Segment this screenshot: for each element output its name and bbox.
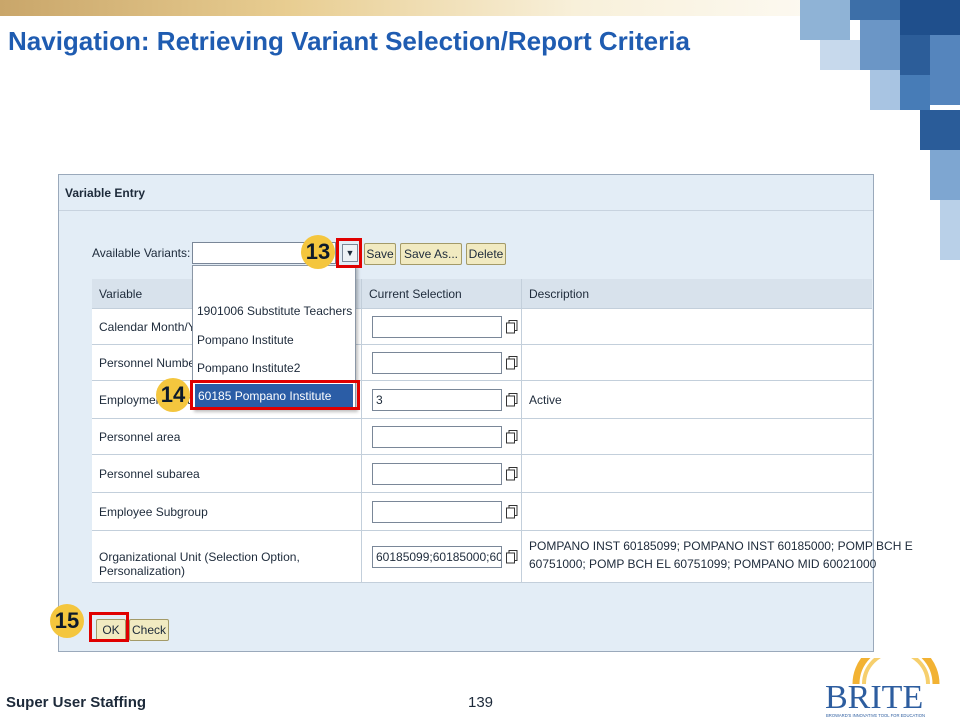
- brite-logo-subtext: BROWARD'S INNOVATIVE TOOL FOR EDUCATION: [826, 713, 925, 718]
- variable-label: Personnel subarea: [99, 467, 200, 481]
- highlight-box-dropdown-button: [336, 238, 362, 268]
- multiple-selection-icon[interactable]: [506, 320, 518, 334]
- multiple-selection-icon[interactable]: [506, 505, 518, 519]
- variable-label: Calendar Month/Ye: [99, 320, 202, 334]
- table-row: Organizational Unit (Selection Option, P…: [92, 531, 913, 583]
- multiple-selection-icon[interactable]: [506, 550, 518, 564]
- dropdown-item[interactable]: Pompano Institute: [197, 333, 294, 347]
- step-callout-13: 13: [301, 235, 335, 269]
- panel-header: Variable Entry: [59, 175, 873, 211]
- variable-label: Personnel Number: [99, 356, 200, 370]
- variable-label: Employee Subgroup: [99, 505, 208, 519]
- multiple-selection-icon[interactable]: [506, 467, 518, 481]
- selection-input[interactable]: [372, 426, 502, 448]
- delete-button[interactable]: Delete: [466, 243, 506, 265]
- selection-input[interactable]: [372, 352, 502, 374]
- header-description: Description: [529, 287, 590, 301]
- table-row: Personnel subarea: [92, 455, 872, 493]
- check-button[interactable]: Check: [129, 619, 169, 641]
- save-as-button[interactable]: Save As...: [400, 243, 462, 265]
- multiple-selection-icon[interactable]: [506, 430, 518, 444]
- selection-input[interactable]: [372, 501, 502, 523]
- panel-title: Variable Entry: [65, 186, 146, 200]
- brite-logo-text: BRITE: [825, 679, 923, 716]
- multiple-selection-icon[interactable]: [506, 356, 518, 370]
- description-text: Active: [529, 393, 562, 407]
- available-variants-label: Available Variants:: [92, 246, 191, 260]
- step-callout-15: 15: [50, 604, 84, 638]
- header-variable: Variable: [99, 287, 143, 301]
- variable-entry-panel: Variable Entry Available Variants: ▼ Sav…: [58, 174, 913, 652]
- variable-label: Organizational Unit (Selection Option, P…: [99, 550, 300, 578]
- description-text-line2: 60751000; POMP BCH EL 60751099; POMPANO …: [529, 557, 877, 571]
- step-callout-14: 14: [156, 378, 190, 412]
- selection-input[interactable]: 3: [372, 389, 502, 411]
- footer-course-name: Super User Staffing: [6, 694, 147, 711]
- table-row: Personnel area: [92, 419, 872, 455]
- table-row: Employee Subgroup: [92, 493, 872, 531]
- highlight-box-ok-button: [89, 612, 129, 642]
- dropdown-item[interactable]: Pompano Institute2: [197, 361, 300, 375]
- selection-input[interactable]: 60185099;60185000;6075: [372, 546, 502, 568]
- footer-page-number: 139: [468, 694, 494, 711]
- highlight-box-selected-variant: [190, 380, 360, 410]
- selection-input[interactable]: [372, 316, 502, 338]
- dropdown-item[interactable]: 1901006 Substitute Teachers: [197, 304, 352, 318]
- slide-title: Navigation: Retrieving Variant Selection…: [8, 26, 690, 56]
- multiple-selection-icon[interactable]: [506, 393, 518, 407]
- variable-label: Personnel area: [99, 430, 181, 444]
- selection-input[interactable]: [372, 463, 502, 485]
- brite-logo: BRITE BROWARD'S INNOVATIVE TOOL FOR EDUC…: [820, 640, 960, 720]
- brite-logo-graphic: BRITE BROWARD'S INNOVATIVE TOOL FOR EDUC…: [825, 640, 940, 718]
- header-current-selection: Current Selection: [369, 287, 462, 301]
- save-button[interactable]: Save: [364, 243, 396, 265]
- description-text-line1: POMPANO INST 60185099; POMPANO INST 6018…: [529, 539, 913, 553]
